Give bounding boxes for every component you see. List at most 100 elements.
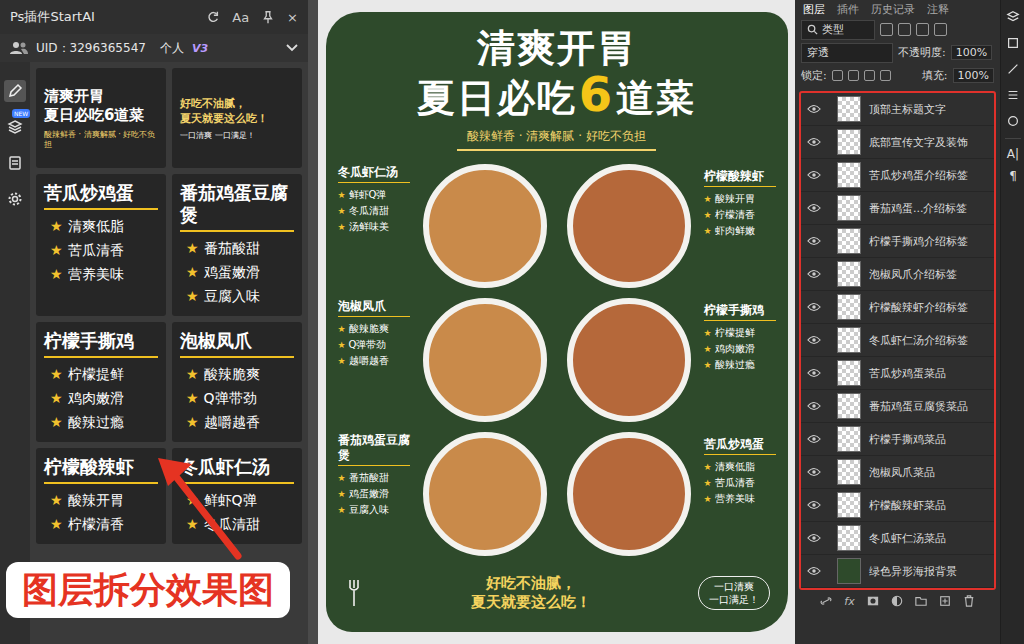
eye-icon[interactable] — [807, 170, 821, 180]
dish-photo — [560, 293, 698, 427]
eye-icon[interactable] — [807, 401, 821, 411]
mask-icon[interactable] — [867, 595, 879, 607]
paths-tool-icon[interactable] — [1004, 60, 1022, 78]
folder-icon[interactable] — [915, 595, 927, 607]
lock-icon[interactable] — [832, 70, 843, 81]
document-canvas: 清爽开胃 夏日必吃6道菜 酸辣鲜香 · 清爽解腻 · 好吃不负担 冬瓜虾仁汤 ★… — [308, 0, 795, 644]
chevron-down-icon[interactable] — [286, 44, 298, 52]
dish-card[interactable]: 泡椒凤爪 ★酸辣脆爽★Q弹带劲★越嚼越香 — [172, 322, 302, 442]
eye-icon[interactable] — [807, 434, 821, 444]
dish-photo — [416, 293, 554, 427]
eye-icon[interactable] — [807, 104, 821, 114]
layer-row[interactable]: 苦瓜炒鸡蛋菜品 — [801, 357, 994, 390]
link-icon[interactable] — [820, 595, 832, 607]
layers-panel: 图层插件历史记录注释 类型 穿透 不透明度: 100% 锁定: 填充: 100%… — [795, 0, 1000, 644]
eye-icon[interactable] — [807, 203, 821, 213]
layer-row[interactable]: 冬瓜虾仁汤菜品 — [801, 522, 994, 555]
layer-name: 柠檬酸辣虾介绍标签 — [869, 300, 968, 315]
layer-thumbnail — [837, 459, 861, 485]
eye-icon[interactable] — [807, 467, 821, 477]
dish-photo — [560, 159, 698, 293]
filter-icon[interactable] — [898, 23, 911, 36]
type-tool-button[interactable]: A| — [1007, 147, 1019, 161]
filter-icon[interactable] — [934, 23, 947, 36]
layer-row[interactable]: 柠檬手撕鸡介绍标签 — [801, 225, 994, 258]
layer-row[interactable]: 苦瓜炒鸡蛋介绍标签 — [801, 159, 994, 192]
plugin-body: NEW 清爽开胃夏日必吃6道菜 酸辣鲜香 · 清爽解腻 · 好吃不负担好吃不油腻… — [0, 62, 308, 644]
account-row: UID：3296365547 个人 V3 — [0, 34, 308, 62]
dish-card[interactable]: 柠檬酸辣虾 ★酸辣开胃★柠檬清香 — [36, 448, 166, 544]
layer-row[interactable]: 绿色异形海报背景 — [801, 555, 994, 588]
dish-label: 番茄鸡蛋豆腐煲 ★番茄酸甜★鸡蛋嫩滑★豆腐入味 — [338, 427, 410, 561]
refresh-icon[interactable] — [206, 10, 220, 24]
layer-name: 苦瓜炒鸡蛋介绍标签 — [869, 168, 968, 183]
adjust-tool-icon[interactable] — [1004, 112, 1022, 130]
layer-row[interactable]: 底部宣传文字及装饰 — [801, 126, 994, 159]
eye-icon[interactable] — [807, 302, 821, 312]
blend-dropdown[interactable]: 穿透 — [801, 43, 893, 63]
properties-tool-icon[interactable] — [1004, 86, 1022, 104]
close-button[interactable]: × — [287, 10, 298, 25]
result-cards: 清爽开胃夏日必吃6道菜 酸辣鲜香 · 清爽解腻 · 好吃不负担好吃不油腻，夏天就… — [30, 62, 308, 644]
adjustment-icon[interactable] — [891, 595, 903, 607]
sidebar-item[interactable] — [4, 80, 26, 102]
layer-row[interactable]: 番茄鸡蛋...介绍标签 — [801, 192, 994, 225]
fill-field[interactable]: 100% — [953, 68, 994, 83]
eye-icon[interactable] — [807, 269, 821, 279]
layer-row[interactable]: 柠檬酸辣虾介绍标签 — [801, 291, 994, 324]
lock-icon[interactable] — [880, 70, 891, 81]
dish-card[interactable]: 柠檬手撕鸡 ★柠檬提鲜★鸡肉嫩滑★酸辣过瘾 — [36, 322, 166, 442]
eye-icon[interactable] — [807, 500, 821, 510]
dish-point: ★柠檬提鲜 — [44, 362, 158, 386]
panel-tab[interactable]: 图层 — [803, 2, 825, 17]
sidebar-item[interactable] — [4, 188, 26, 210]
layer-toolbar: fx — [799, 590, 996, 612]
layer-thumbnail — [837, 228, 861, 254]
sidebar-item[interactable] — [4, 152, 26, 174]
font-size-button[interactable]: Aa — [232, 10, 249, 25]
opacity-field[interactable]: 100% — [951, 45, 992, 60]
new-layer-icon[interactable] — [939, 595, 951, 607]
dish-point: ★番茄酸甜 — [180, 236, 294, 260]
filter-icon[interactable] — [916, 23, 929, 36]
dish-card[interactable]: 苦瓜炒鸡蛋 ★清爽低脂★苦瓜清香★营养美味 — [36, 174, 166, 316]
eye-icon[interactable] — [807, 566, 821, 576]
eye-icon[interactable] — [807, 533, 821, 543]
filter-dropdown[interactable]: 类型 — [801, 20, 875, 40]
panel-tab[interactable]: 历史记录 — [871, 2, 915, 17]
layer-row[interactable]: 柠檬手撕鸡菜品 — [801, 423, 994, 456]
slogan-card[interactable]: 好吃不油腻，夏天就要这么吃！ 一口清爽 一口满足！ — [172, 68, 302, 168]
blend-row: 穿透 不透明度: 100% — [799, 41, 996, 64]
layer-row[interactable]: 冬瓜虾仁汤介绍标签 — [801, 324, 994, 357]
layer-thumbnail — [837, 294, 861, 320]
layers-tool-icon[interactable] — [1004, 8, 1022, 26]
layer-row[interactable]: 泡椒凤爪介绍标签 — [801, 258, 994, 291]
channels-tool-icon[interactable] — [1004, 34, 1022, 52]
fx-button[interactable]: fx — [844, 595, 854, 608]
users-icon — [10, 41, 28, 55]
panel-tab[interactable]: 插件 — [837, 2, 859, 17]
panel-tab[interactable]: 注释 — [927, 2, 949, 17]
eye-icon[interactable] — [807, 335, 821, 345]
layer-row[interactable]: 柠檬酸辣虾菜品 — [801, 489, 994, 522]
title-card[interactable]: 清爽开胃夏日必吃6道菜 酸辣鲜香 · 清爽解腻 · 好吃不负担 — [36, 68, 166, 168]
sidebar-item[interactable]: NEW — [4, 116, 26, 138]
eye-icon[interactable] — [807, 236, 821, 246]
dish-card[interactable]: 番茄鸡蛋豆腐煲 ★番茄酸甜★鸡蛋嫩滑★豆腐入味 — [172, 174, 302, 316]
layer-thumbnail — [837, 162, 861, 188]
card-line: 好吃不油腻， — [180, 96, 294, 111]
plugin-sidebar: NEW — [0, 62, 30, 644]
type-tool-button[interactable]: ¶ — [1009, 169, 1017, 183]
layer-name: 泡椒凤爪介绍标签 — [869, 267, 957, 282]
eye-icon[interactable] — [807, 137, 821, 147]
eye-icon[interactable] — [807, 368, 821, 378]
trash-icon[interactable] — [963, 595, 975, 607]
layer-row[interactable]: 顶部主标题文字 — [801, 93, 994, 126]
lock-icon[interactable] — [864, 70, 875, 81]
filter-icon[interactable] — [880, 23, 893, 36]
pin-icon[interactable] — [261, 10, 275, 24]
layer-row[interactable]: 番茄鸡蛋豆腐煲菜品 — [801, 390, 994, 423]
layer-row[interactable]: 泡椒凤爪菜品 — [801, 456, 994, 489]
new-badge: NEW — [12, 109, 30, 118]
lock-icon[interactable] — [848, 70, 859, 81]
